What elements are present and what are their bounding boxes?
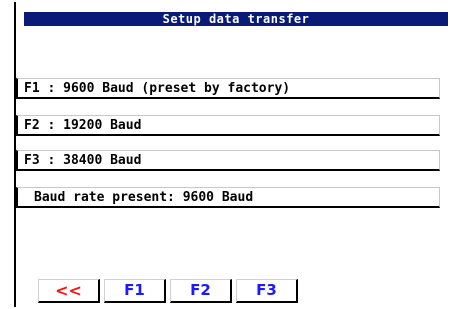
- back-button[interactable]: <<: [38, 279, 100, 303]
- f2-button[interactable]: F2: [170, 279, 232, 303]
- softkey-bar: << F1 F2 F3: [38, 279, 302, 303]
- f1-button[interactable]: F1: [104, 279, 166, 303]
- baud-rate-status: Baud rate present: 9600 Baud: [16, 187, 440, 208]
- option-f1-9600: F1 : 9600 Baud (preset by factory): [16, 78, 440, 99]
- page-title: Setup data transfer: [24, 12, 448, 26]
- setup-data-transfer-screen: Setup data transfer F1 : 9600 Baud (pres…: [0, 0, 452, 309]
- option-f2-19200: F2 : 19200 Baud: [16, 115, 440, 136]
- f3-button[interactable]: F3: [236, 279, 298, 303]
- option-f3-38400: F3 : 38400 Baud: [16, 150, 440, 171]
